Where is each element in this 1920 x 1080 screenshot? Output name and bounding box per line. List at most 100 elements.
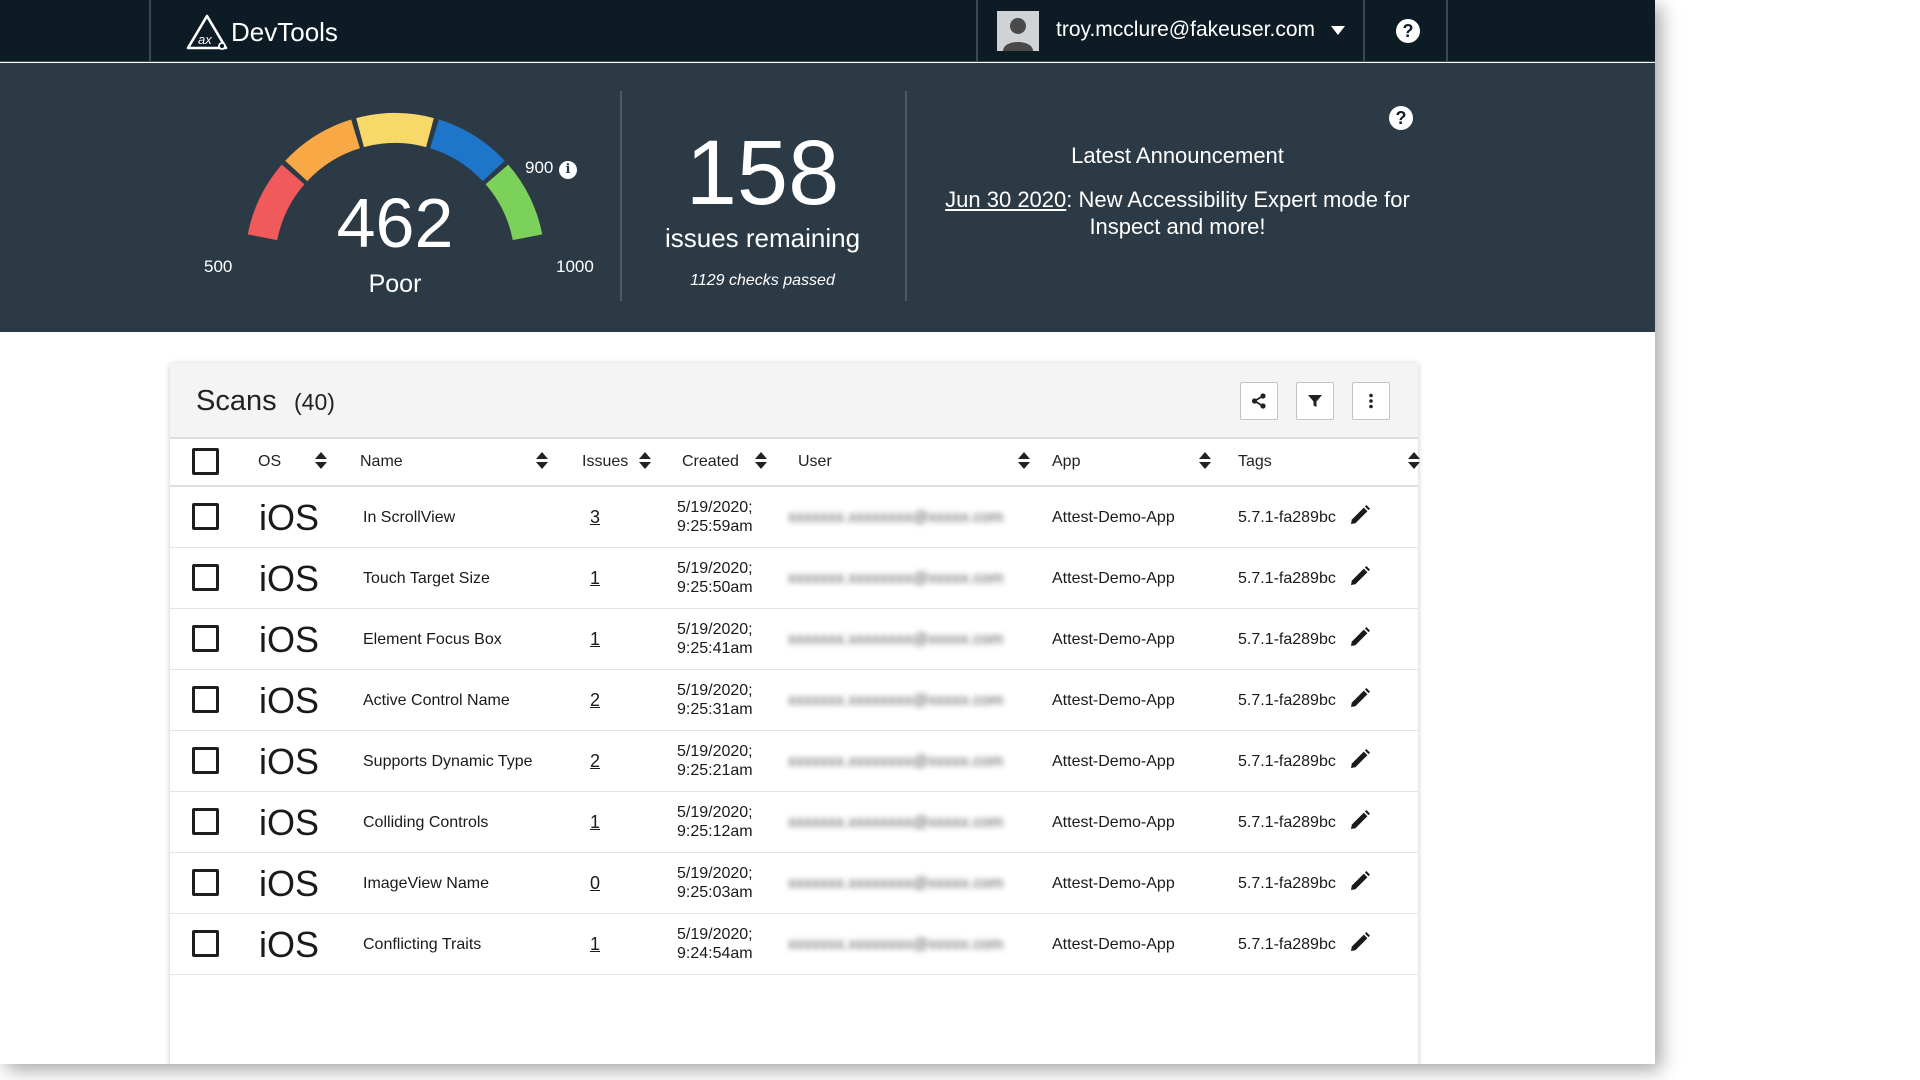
created-time: 9:25:12am bbox=[677, 823, 753, 840]
filter-button[interactable] bbox=[1296, 382, 1334, 420]
scan-name[interactable]: Supports Dynamic Type bbox=[363, 753, 533, 771]
table-row[interactable]: iOS Touch Target Size 1 5/19/2020; 9:25:5… bbox=[170, 548, 1418, 609]
sort-icon[interactable] bbox=[536, 451, 548, 471]
tag-label: 5.7.1-fa289bc bbox=[1238, 631, 1336, 648]
column-header-app[interactable]: App bbox=[1052, 453, 1080, 471]
column-header-os[interactable]: OS bbox=[258, 453, 281, 471]
scan-name[interactable]: In ScrollView bbox=[363, 509, 455, 527]
created-timestamp: 5/19/2020; 9:25:50am bbox=[677, 559, 753, 597]
tag-label: 5.7.1-fa289bc bbox=[1238, 814, 1336, 831]
user-email[interactable]: troy.mcclure@fakeuser.com bbox=[1056, 18, 1315, 42]
column-header-issues[interactable]: Issues bbox=[582, 453, 628, 471]
scans-title: Scans bbox=[196, 385, 277, 417]
help-icon[interactable]: ? bbox=[1396, 19, 1420, 43]
sort-icon[interactable] bbox=[755, 451, 767, 471]
row-checkbox[interactable] bbox=[192, 564, 219, 591]
table-row[interactable]: iOS In ScrollView 3 5/19/2020; 9:25:59am … bbox=[170, 487, 1418, 548]
app-name: Attest-Demo-App bbox=[1052, 509, 1175, 526]
scan-name[interactable]: Touch Target Size bbox=[363, 570, 490, 588]
os-label: iOS bbox=[259, 558, 320, 599]
user-avatar-icon[interactable] bbox=[997, 11, 1039, 51]
app-name: Attest-Demo-App bbox=[1052, 631, 1175, 648]
column-header-name[interactable]: Name bbox=[360, 453, 403, 471]
table-row[interactable]: iOS Element Focus Box 1 5/19/2020; 9:25:4… bbox=[170, 609, 1418, 670]
row-checkbox[interactable] bbox=[192, 686, 219, 713]
tag-label: 5.7.1-fa289bc bbox=[1238, 509, 1336, 526]
scan-name[interactable]: Active Control Name bbox=[363, 692, 510, 710]
issues-link[interactable]: 1 bbox=[580, 568, 610, 589]
share-button[interactable] bbox=[1240, 382, 1278, 420]
app-window: ax DevTools troy.mcclure@fakeuser.com ? bbox=[0, 0, 1655, 1064]
edit-pencil-icon[interactable] bbox=[1348, 625, 1372, 649]
issues-link[interactable]: 2 bbox=[580, 690, 610, 711]
scan-name[interactable]: Colliding Controls bbox=[363, 814, 488, 832]
edit-pencil-icon[interactable] bbox=[1348, 869, 1372, 893]
chevron-down-icon[interactable] bbox=[1331, 26, 1345, 35]
scan-name[interactable]: ImageView Name bbox=[363, 875, 489, 893]
sort-icon[interactable] bbox=[1018, 451, 1030, 471]
created-date: 5/19/2020; bbox=[677, 621, 753, 638]
sort-icon[interactable] bbox=[1408, 451, 1420, 471]
sort-icon[interactable] bbox=[639, 451, 651, 471]
column-header-tags[interactable]: Tags bbox=[1238, 453, 1272, 471]
announcement-date-link[interactable]: Jun 30 2020 bbox=[945, 187, 1066, 212]
table-row[interactable]: iOS Supports Dynamic Type 2 5/19/2020; 9:… bbox=[170, 731, 1418, 792]
edit-pencil-icon[interactable] bbox=[1348, 808, 1372, 832]
scan-name[interactable]: Element Focus Box bbox=[363, 631, 502, 649]
row-checkbox[interactable] bbox=[192, 503, 219, 530]
os-label: iOS bbox=[259, 741, 320, 782]
help-icon[interactable]: ? bbox=[1389, 106, 1413, 130]
issues-link[interactable]: 1 bbox=[580, 934, 610, 955]
edit-pencil-icon[interactable] bbox=[1348, 930, 1372, 954]
tag-label: 5.7.1-fa289bc bbox=[1238, 692, 1336, 709]
column-header-created[interactable]: Created bbox=[682, 453, 739, 471]
issues-link[interactable]: 0 bbox=[580, 873, 610, 894]
app-name: Attest-Demo-App bbox=[1052, 875, 1175, 892]
row-checkbox[interactable] bbox=[192, 747, 219, 774]
sort-icon[interactable] bbox=[1199, 451, 1211, 471]
table-row[interactable]: iOS Colliding Controls 1 5/19/2020; 9:25:… bbox=[170, 792, 1418, 853]
gauge-segment bbox=[356, 113, 434, 148]
column-header-user[interactable]: User bbox=[798, 453, 832, 471]
scan-name[interactable]: Conflicting Traits bbox=[363, 936, 481, 954]
created-timestamp: 5/19/2020; 9:25:03am bbox=[677, 864, 753, 902]
row-checkbox[interactable] bbox=[192, 869, 219, 896]
checks-passed: 1129 checks passed bbox=[690, 272, 835, 289]
summary-divider bbox=[905, 91, 907, 301]
edit-pencil-icon[interactable] bbox=[1348, 564, 1372, 588]
info-icon[interactable]: i bbox=[559, 161, 577, 179]
row-checkbox[interactable] bbox=[192, 808, 219, 835]
created-timestamp: 5/19/2020; 9:25:31am bbox=[677, 681, 753, 719]
row-checkbox[interactable] bbox=[192, 930, 219, 957]
score-rating: Poor bbox=[368, 270, 422, 298]
os-label: iOS bbox=[259, 863, 320, 904]
created-time: 9:25:41am bbox=[677, 640, 753, 657]
brand-name[interactable]: DevTools bbox=[231, 17, 338, 48]
os-label: iOS bbox=[259, 802, 320, 843]
more-options-button[interactable] bbox=[1352, 382, 1390, 420]
table-row[interactable]: iOS Conflicting Traits 1 5/19/2020; 9:24:… bbox=[170, 914, 1418, 975]
row-checkbox[interactable] bbox=[192, 625, 219, 652]
edit-pencil-icon[interactable] bbox=[1348, 503, 1372, 527]
nav-divider bbox=[1446, 0, 1448, 62]
table-row[interactable]: iOS Active Control Name 2 5/19/2020; 9:25… bbox=[170, 670, 1418, 731]
user-email-blurred: xxxxxxx.xxxxxxxx@xxxxx.com bbox=[788, 692, 1004, 709]
sort-icon[interactable] bbox=[315, 451, 327, 471]
gauge-segment bbox=[485, 164, 543, 241]
nav-divider bbox=[149, 0, 151, 62]
os-label: iOS bbox=[259, 497, 320, 538]
issues-link[interactable]: 1 bbox=[580, 812, 610, 833]
issues-link[interactable]: 2 bbox=[580, 751, 610, 772]
table-row[interactable]: iOS ImageView Name 0 5/19/2020; 9:25:03am… bbox=[170, 853, 1418, 914]
app-name: Attest-Demo-App bbox=[1052, 753, 1175, 770]
edit-pencil-icon[interactable] bbox=[1348, 686, 1372, 710]
issues-link[interactable]: 1 bbox=[580, 629, 610, 650]
created-time: 9:25:03am bbox=[677, 884, 753, 901]
select-all-checkbox[interactable] bbox=[192, 448, 219, 475]
gauge-min-label: 500 bbox=[204, 257, 233, 276]
tag-label: 5.7.1-fa289bc bbox=[1238, 936, 1336, 953]
created-time: 9:25:21am bbox=[677, 762, 753, 779]
axe-logo-icon[interactable]: ax bbox=[186, 13, 228, 51]
issues-link[interactable]: 3 bbox=[580, 507, 610, 528]
edit-pencil-icon[interactable] bbox=[1348, 747, 1372, 771]
